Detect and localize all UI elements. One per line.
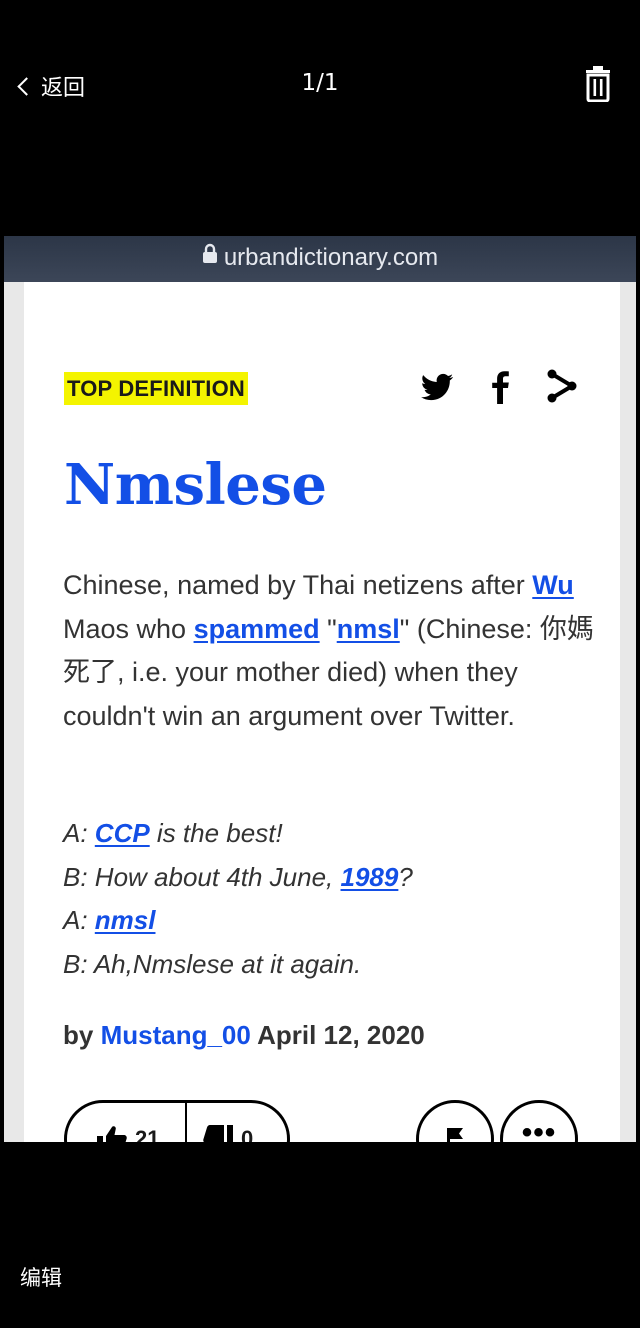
page-margin-right — [620, 282, 636, 1142]
link-1989[interactable]: 1989 — [341, 862, 399, 892]
more-icon: ••• — [521, 1116, 557, 1142]
flag-button[interactable] — [416, 1100, 494, 1142]
downvote-count: 0 — [241, 1126, 254, 1142]
top-definition-badge: TOP DEFINITION — [64, 372, 249, 405]
edit-button[interactable]: 编辑 — [20, 1262, 62, 1292]
author-line: by Mustang_00 April 12, 2020 — [63, 1020, 425, 1050]
more-button[interactable]: ••• — [500, 1100, 578, 1142]
definition-card: TOP DEFINITION Nmslese Chinese, named by… — [24, 282, 620, 1142]
image-counter: 1/1 — [301, 70, 339, 96]
thumbs-up-icon — [97, 1126, 127, 1142]
vote-divider — [185, 1103, 187, 1142]
twitter-icon[interactable] — [420, 366, 454, 406]
browser-url-bar: urbandictionary.com — [4, 236, 636, 282]
definition-word[interactable]: Nmslese — [64, 452, 327, 518]
link-spammed[interactable]: spammed — [194, 614, 320, 644]
share-icon[interactable] — [546, 366, 578, 406]
definition-example: A: CCP is the best! B: How about 4th Jun… — [63, 812, 603, 986]
author-link[interactable]: Mustang_00 — [101, 1020, 251, 1050]
screenshot-image: urbandictionary.com TOP DEFINITION Nmsle… — [4, 236, 636, 1142]
link-nmsl[interactable]: nmsl — [337, 614, 400, 644]
example-line: B: Ah,Nmslese at it again. — [63, 948, 362, 979]
link-ccp[interactable]: CCP — [95, 818, 150, 848]
page-margin-left — [4, 282, 24, 1142]
url-text: urbandictionary.com — [223, 244, 439, 271]
example-line: A: nmsl — [63, 905, 156, 935]
thumbs-down-icon — [203, 1125, 233, 1142]
flag-icon — [447, 1128, 463, 1142]
link-wu[interactable]: Wu — [532, 570, 574, 600]
post-date: April 12, 2020 — [250, 1020, 425, 1050]
link-nmsl-example[interactable]: nmsl — [95, 905, 156, 935]
vote-pill: 21 0 — [64, 1100, 290, 1142]
trash-icon[interactable] — [582, 66, 614, 103]
downvote-button[interactable]: 0 — [203, 1103, 253, 1142]
lock-icon — [202, 242, 218, 270]
definition-meaning: Chinese, named by Thai netizens after Wu… — [63, 570, 594, 731]
upvote-button[interactable]: 21 — [97, 1103, 159, 1142]
facebook-icon[interactable] — [490, 366, 510, 406]
example-line: B: How about 4th June, 1989? — [63, 861, 413, 892]
upvote-count: 21 — [135, 1126, 160, 1142]
example-line: A: CCP is the best! — [63, 818, 283, 848]
viewer-top-bar: 返回 1/1 — [0, 0, 640, 170]
